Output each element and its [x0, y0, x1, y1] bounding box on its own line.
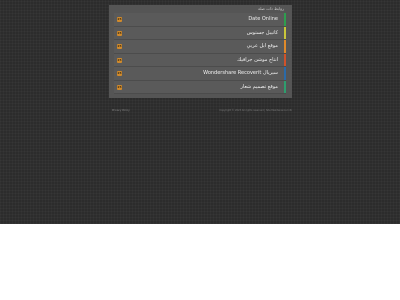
copyright-text: Copyright © 2023 All rights reserved | S…	[219, 109, 292, 112]
list-item[interactable]: موقع ابل عربي 25	[114, 40, 286, 54]
link-label[interactable]: انتاج موشن جرافيك	[237, 54, 278, 67]
panel-title: روابط ذات صلة	[258, 6, 284, 11]
link-label[interactable]: موقع تصميم شعار	[241, 81, 279, 94]
count-badge: 25	[117, 44, 122, 49]
color-stripe	[284, 13, 286, 26]
list-item[interactable]: انتاج موشن جرافيك 25	[114, 53, 286, 67]
count-badge: 25	[117, 17, 122, 22]
color-stripe	[284, 26, 286, 39]
list-item[interactable]: كاتيبل جستوس 25	[114, 26, 286, 40]
link-label[interactable]: كاتيبل جستوس	[247, 27, 278, 40]
color-stripe	[284, 67, 286, 80]
color-stripe	[284, 53, 286, 66]
count-badge: 25	[117, 30, 122, 36]
count-badge: 25	[117, 71, 122, 76]
count-badge: 25	[117, 84, 122, 90]
related-links-panel: روابط ذات صلة Date Online 25 كاتيبل جستو…	[109, 5, 292, 98]
link-label[interactable]: سيريال Wondershare Recoverit	[203, 67, 278, 80]
list-item[interactable]: سيريال Wondershare Recoverit 25	[114, 67, 286, 81]
count-badge: 25	[117, 57, 122, 63]
related-links-list: Date Online 25 كاتيبل جستوس 25 موقع ابل …	[114, 13, 286, 94]
privacy-policy-link[interactable]: Privacy Policy	[112, 109, 130, 112]
list-item[interactable]: موقع تصميم شعار 25	[114, 80, 286, 94]
color-stripe	[284, 40, 286, 53]
link-label[interactable]: Date Online	[248, 13, 278, 26]
color-stripe	[284, 80, 286, 93]
link-label[interactable]: موقع ابل عربي	[247, 40, 278, 53]
list-item[interactable]: Date Online 25	[114, 13, 286, 27]
